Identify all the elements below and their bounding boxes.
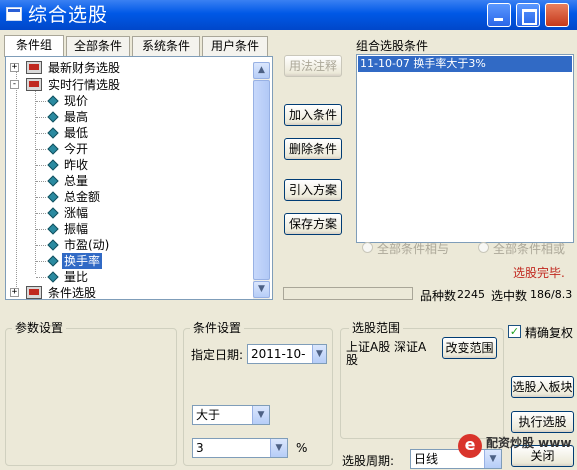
tab-condition-group[interactable]: 条件组 [4,35,64,57]
count-label: 品种数 [420,289,457,303]
save-plan-button[interactable]: 保存方案 [284,213,342,235]
operator-value: 大于 [196,408,221,422]
maximize-button[interactable] [516,3,540,27]
combo-conditions-label: 组合选股条件 [356,39,429,53]
period-label: 选股周期: [342,454,395,468]
condition-icon [47,271,59,283]
tree-leaf-label: 总量 [64,174,89,188]
tab-system-conditions[interactable]: 系统条件 [132,36,200,56]
tree-leaf-label: 昨收 [64,158,89,172]
value-input[interactable]: 3 ▼ [192,438,288,458]
unit-label: % [296,441,308,455]
hit-label: 选中数 [491,289,528,303]
param-group [5,328,177,466]
exact-adjust-label: 精确复权 [525,326,574,340]
condition-icon [47,191,59,203]
scroll-up-icon[interactable]: ▲ [253,62,270,79]
folder-icon [26,286,42,299]
tree-item-label: 实时行情选股 [48,78,121,92]
delete-condition-button[interactable]: 删除条件 [284,138,342,160]
tree-leaf-label: 市盈(动) [64,238,110,252]
tree-item-label: 条件选股 [48,286,97,300]
change-range-button[interactable]: 改变范围 [442,337,497,359]
scroll-down-icon[interactable]: ▼ [253,281,270,298]
count-value: 2245 [457,288,485,301]
execute-select-button[interactable]: 执行选股 [511,411,574,433]
radio-all-or[interactable] [478,242,489,253]
radio-all-and[interactable] [362,242,373,253]
tree-leaf-label: 量比 [64,270,89,284]
condition-icon [47,255,59,267]
minimize-button[interactable] [487,3,511,27]
collapse-icon[interactable]: - [10,80,19,89]
progress-bar [283,287,413,300]
exact-adjust-checkbox[interactable]: ✓ [508,325,521,338]
tree-leaf-label: 今开 [64,142,89,156]
title-bar: 综合选股 [0,0,577,30]
tree-scrollbar[interactable]: ▲ ▼ [253,62,270,299]
hit-value: 186/8.3 [530,288,573,301]
value-text: 3 [196,441,204,455]
condition-tree[interactable]: + 最新财务选股 - 实时行情选股 现价 最高 最低 今开 昨收 总量 总金额 … [5,56,273,300]
condition-icon [47,143,59,155]
list-item[interactable]: 11-10-07 换手率大于3% [358,56,572,72]
date-value: 2011-10- [251,347,306,361]
tree-item-conditional-select[interactable]: + 条件选股 [8,285,248,300]
condition-icon [47,111,59,123]
folder-icon [26,78,42,91]
chevron-down-icon[interactable]: ▼ [270,439,287,457]
tree-leaf-label: 涨幅 [64,206,89,220]
chevron-down-icon[interactable]: ▼ [312,345,326,363]
radio-all-or-label: 全部条件相或 [493,242,566,256]
condition-icon [47,95,59,107]
expand-icon[interactable]: + [10,288,19,297]
period-value: 日线 [414,452,439,466]
folder-icon [26,61,42,74]
usage-note-button[interactable]: 用法注释 [284,55,342,77]
range-group-label: 选股范围 [349,319,404,336]
tree-item-label: 最新财务选股 [48,61,121,75]
combo-conditions-list[interactable]: 11-10-07 换手率大于3% [356,54,574,243]
tab-user-conditions[interactable]: 用户条件 [202,36,268,56]
status-message: 选股完毕. [513,266,565,280]
tree-leaf-label: 现价 [64,94,89,108]
condition-icon [47,127,59,139]
tree-leaf-label: 振幅 [64,222,89,236]
condition-icon [47,159,59,171]
add-condition-button[interactable]: 加入条件 [284,104,342,126]
tree-leaf-label: 总金额 [64,190,101,204]
condition-icon [47,175,59,187]
range-text: 上证A股 深证A股 [346,340,427,367]
window-title: 综合选股 [28,4,109,26]
expand-icon[interactable]: + [10,63,19,72]
condition-icon [47,207,59,219]
watermark-logo: e 配资炒股 www.hcdz... [458,432,573,468]
tree-item-latest-financial[interactable]: + 最新财务选股 [8,60,248,76]
window-icon [6,7,22,21]
scroll-thumb[interactable] [253,80,270,280]
date-label: 指定日期: [191,348,244,362]
close-window-button[interactable] [545,3,569,27]
condition-icon [47,223,59,235]
param-group-label: 参数设置 [12,319,67,336]
tree-leaf-label-selected: 换手率 [62,253,103,269]
condition-group-label: 条件设置 [190,319,245,336]
tree-leaf-label: 最低 [64,126,89,140]
select-into-block-button[interactable]: 选股入板块 [511,376,574,398]
date-picker[interactable]: 2011-10- ▼ [247,344,327,364]
operator-select[interactable]: 大于 ▼ [192,405,270,425]
import-plan-button[interactable]: 引入方案 [284,179,342,201]
tree-leaf-label: 最高 [64,110,89,124]
condition-icon [47,239,59,251]
chevron-down-icon[interactable]: ▼ [252,406,269,424]
tree-item-realtime-quote[interactable]: - 实时行情选股 [8,77,248,93]
tab-all-conditions[interactable]: 全部条件 [66,36,130,56]
radio-all-and-label: 全部条件相与 [377,242,450,256]
tree-guide-line [16,69,17,295]
